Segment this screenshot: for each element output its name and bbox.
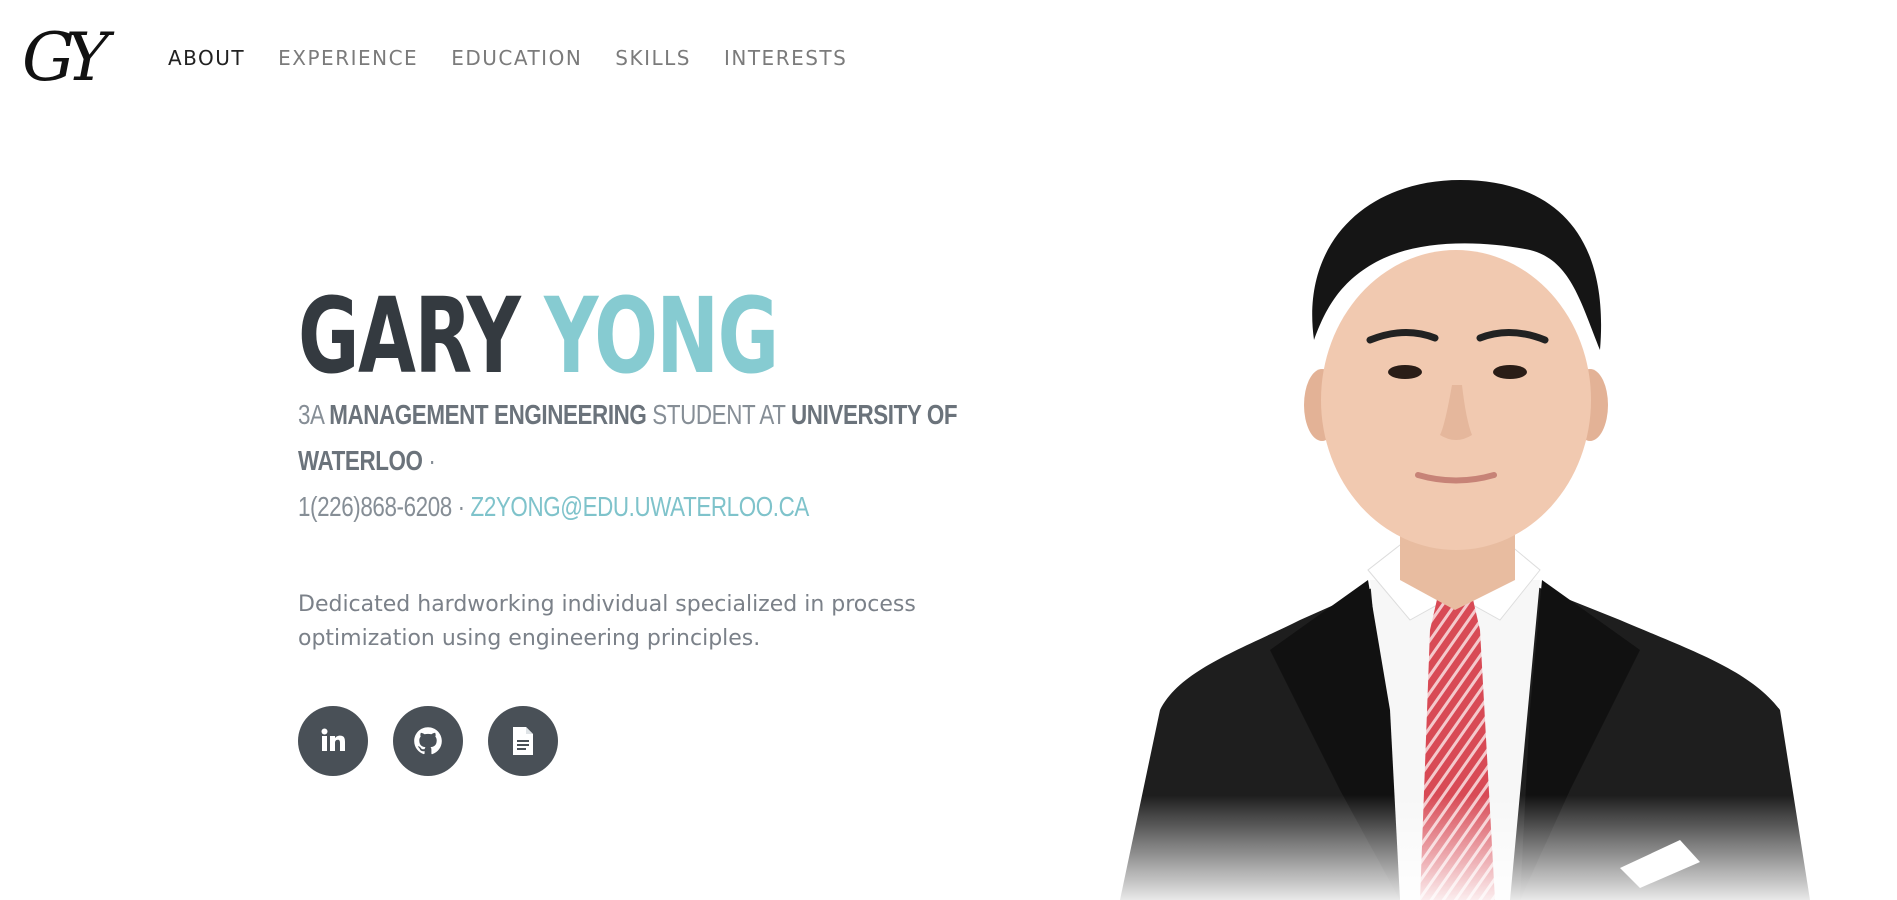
first-name: GARY — [298, 275, 521, 397]
separator: · — [457, 491, 465, 522]
last-name: YONG — [544, 275, 779, 397]
page: GY ABOUT EXPERIENCE EDUCATION SKILLS INT… — [0, 0, 1897, 900]
separator: · — [428, 445, 436, 476]
linkedin-button[interactable] — [298, 706, 368, 776]
top-navbar: GY ABOUT EXPERIENCE EDUCATION SKILLS INT… — [0, 0, 1897, 120]
profile-photo — [1100, 150, 1860, 900]
nav-link-experience[interactable]: EXPERIENCE — [278, 46, 418, 70]
nav-link-education[interactable]: EDUCATION — [451, 46, 582, 70]
linkedin-icon — [317, 725, 349, 757]
social-links — [298, 706, 1018, 776]
nav-link-about[interactable]: ABOUT — [168, 46, 245, 70]
student-at-label: STUDENT AT — [652, 399, 786, 430]
nav-links: ABOUT EXPERIENCE EDUCATION SKILLS INTERE… — [168, 46, 880, 70]
nav-link-skills[interactable]: SKILLS — [615, 46, 691, 70]
subheading: 3A MANAGEMENT ENGINEERING STUDENT AT UNI… — [298, 392, 1018, 530]
resume-document-icon — [510, 725, 536, 757]
email-link[interactable]: Z2YONG@EDU.UWATERLOO.CA — [471, 491, 810, 522]
resume-button[interactable] — [488, 706, 558, 776]
about-section: GARY YONG 3A MANAGEMENT ENGINEERING STUD… — [298, 280, 1018, 776]
nav-link-interests[interactable]: INTERESTS — [724, 46, 847, 70]
program-label: MANAGEMENT ENGINEERING — [329, 399, 647, 430]
github-icon — [411, 724, 445, 758]
bio-text: Dedicated hardworking individual special… — [298, 592, 916, 651]
site-logo[interactable]: GY — [22, 16, 134, 100]
page-title: GARY YONG — [298, 280, 816, 392]
phone-number: 1(226)868-6208 — [298, 491, 452, 522]
github-button[interactable] — [393, 706, 463, 776]
year-label: 3A — [298, 399, 324, 430]
